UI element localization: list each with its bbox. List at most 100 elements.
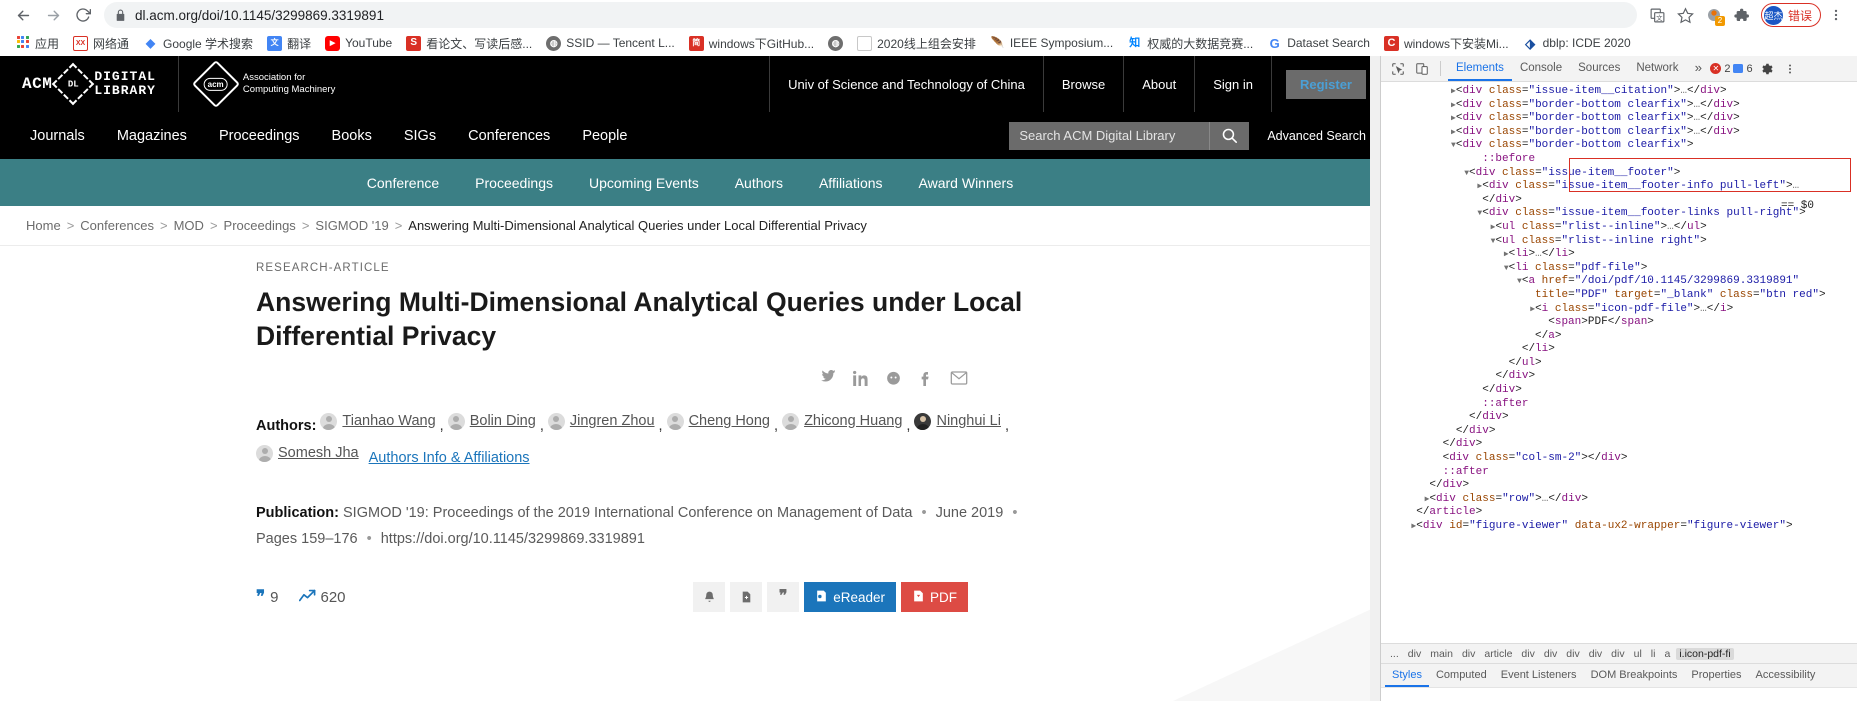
- download-metric[interactable]: 620: [298, 589, 346, 606]
- mainnav-proceedings[interactable]: Proceedings: [203, 128, 316, 144]
- dom-breadcrumb-item[interactable]: ...: [1387, 648, 1402, 660]
- address-bar[interactable]: dl.acm.org/doi/10.1145/3299869.3319891: [104, 2, 1637, 28]
- ereader-button[interactable]: eReader: [804, 582, 896, 612]
- bookmark-item[interactable]: ◆ Google 学术搜索: [136, 32, 260, 54]
- bookmark-item[interactable]: 文翻译: [260, 32, 318, 54]
- bookmark-item[interactable]: 知权威的大数据竞赛...: [1120, 32, 1260, 54]
- dom-node-line[interactable]: </div>: [1381, 411, 1857, 425]
- dom-breadcrumb-item[interactable]: div: [1541, 648, 1560, 660]
- chevron-double-right-icon[interactable]: »: [1689, 61, 1709, 76]
- bookmark-item[interactable]: S 看论文、写读后感...: [399, 32, 539, 54]
- dom-node-line[interactable]: ▼<div class="border-bottom clearfix">: [1381, 139, 1857, 153]
- dom-breadcrumb-item[interactable]: a: [1661, 648, 1673, 660]
- devtools-tab-elements[interactable]: Elements: [1448, 56, 1512, 81]
- kebab-menu-icon[interactable]: [1823, 2, 1849, 28]
- subnav-authors[interactable]: Authors: [717, 175, 801, 191]
- forward-arrow-icon[interactable]: [38, 1, 68, 29]
- sidebar-tab-accessibility[interactable]: Accessibility: [1749, 664, 1823, 687]
- dom-breadcrumb-item[interactable]: i.icon-pdf-fi: [1676, 647, 1734, 660]
- author-entry[interactable]: Jingren Zhou: [547, 408, 655, 435]
- subnav-upcoming-events[interactable]: Upcoming Events: [571, 175, 717, 191]
- translate-icon[interactable]: 文: [1645, 2, 1671, 28]
- bookmark-item[interactable]: Cwindows下安装Mi...: [1377, 32, 1516, 54]
- search-button[interactable]: [1209, 121, 1250, 150]
- bookmark-item[interactable]: ◍ SSID — Tencent L...: [539, 32, 682, 54]
- mainnav-books[interactable]: Books: [316, 128, 388, 144]
- save-file-icon[interactable]: [730, 582, 763, 612]
- mainnav-sigs[interactable]: SIGs: [388, 128, 452, 144]
- author-entry[interactable]: Bolin Ding: [447, 408, 536, 435]
- breadcrumb-item[interactable]: Conferences: [80, 218, 154, 233]
- breadcrumb-item[interactable]: Proceedings: [224, 218, 296, 233]
- dom-node-line[interactable]: </div>: [1381, 425, 1857, 439]
- sidebar-tab-dom-breakpoints[interactable]: DOM Breakpoints: [1584, 664, 1685, 687]
- devtools-tab-console[interactable]: Console: [1512, 56, 1570, 81]
- kebab-menu-icon[interactable]: [1779, 59, 1801, 79]
- dom-node-line[interactable]: ▼<ul class="rlist--inline right">: [1381, 235, 1857, 249]
- dom-node-line[interactable]: </ul>: [1381, 357, 1857, 371]
- dom-node-line[interactable]: ▶<li>…</li>: [1381, 248, 1857, 262]
- author-name[interactable]: Cheng Hong: [689, 408, 770, 435]
- breadcrumb-item[interactable]: SIGMOD '19: [315, 218, 388, 233]
- dom-node-line[interactable]: ▶<div class="issue-item__footer-info pul…: [1381, 180, 1857, 194]
- dom-node-line[interactable]: ▶<div class="border-bottom clearfix">…</…: [1381, 126, 1857, 140]
- email-icon[interactable]: [950, 369, 968, 386]
- subnav-proceedings[interactable]: Proceedings: [457, 175, 571, 191]
- author-entry[interactable]: Ninghui Li: [914, 408, 1001, 435]
- dom-node-line[interactable]: ▶<i class="icon-pdf-file">…</i>: [1381, 303, 1857, 317]
- author-name[interactable]: Tianhao Wang: [342, 408, 435, 435]
- sidebar-tab-event-listeners[interactable]: Event Listeners: [1494, 664, 1584, 687]
- dom-breadcrumb-item[interactable]: article: [1481, 648, 1515, 660]
- author-name[interactable]: Bolin Ding: [470, 408, 536, 435]
- author-name[interactable]: Ninghui Li: [936, 408, 1001, 435]
- dom-breadcrumb-item[interactable]: div: [1405, 648, 1424, 660]
- issue-counts[interactable]: ✕ 2 6: [1710, 63, 1753, 75]
- reddit-icon[interactable]: [885, 369, 902, 386]
- citation-metric[interactable]: ❞ 9: [256, 587, 279, 607]
- puzzle-icon[interactable]: [1729, 2, 1755, 28]
- dom-node-line[interactable]: ▼<div class="issue-item__footer">: [1381, 167, 1857, 181]
- dom-breadcrumb-item[interactable]: li: [1648, 648, 1659, 660]
- dom-node-line[interactable]: </div>: [1381, 438, 1857, 452]
- bookmark-item[interactable]: 简 windows下GitHub...: [682, 32, 821, 54]
- bookmark-item[interactable]: ▶ YouTube: [318, 32, 399, 54]
- dom-node-line[interactable]: ▶<ul class="rlist--inline">…</ul>: [1381, 221, 1857, 235]
- dom-breadcrumb-item[interactable]: ul: [1631, 648, 1645, 660]
- pdf-button[interactable]: PDF: [901, 582, 968, 612]
- dom-node-line[interactable]: ▶<div class="row">…</div>: [1381, 493, 1857, 507]
- author-entry[interactable]: Tianhao Wang: [320, 408, 436, 435]
- reload-icon[interactable]: [68, 1, 98, 29]
- author-entry[interactable]: Cheng Hong: [666, 408, 770, 435]
- dom-node-line[interactable]: ▶<div class="border-bottom clearfix">…</…: [1381, 99, 1857, 113]
- dom-node-line[interactable]: ▶<div class="border-bottom clearfix">…</…: [1381, 112, 1857, 126]
- styles-pane[interactable]: [1381, 687, 1857, 701]
- back-arrow-icon[interactable]: [8, 1, 38, 29]
- cite-quote-icon[interactable]: ❞: [767, 582, 800, 612]
- browse-link[interactable]: Browse: [1042, 56, 1123, 112]
- bookmark-item[interactable]: G Dataset Search: [1260, 32, 1377, 54]
- author-name[interactable]: Jingren Zhou: [570, 408, 655, 435]
- dom-node-line[interactable]: ▶<div class="issue-item__citation">…</di…: [1381, 85, 1857, 99]
- dom-node-line[interactable]: ▶<div id="figure-viewer" data-ux2-wrappe…: [1381, 520, 1857, 534]
- bookmark-item[interactable]: ◍: [821, 32, 850, 54]
- dom-breadcrumb-item[interactable]: div: [1586, 648, 1605, 660]
- search-input[interactable]: [1009, 121, 1210, 150]
- author-entry[interactable]: Somesh Jha: [256, 440, 359, 467]
- bookmark-item[interactable]: ⬗ dblp: ICDE 2020: [1516, 32, 1638, 54]
- dom-node-line[interactable]: ▼<a href="/doi/pdf/10.1145/3299869.33198…: [1381, 275, 1857, 289]
- dom-node-line[interactable]: </li>: [1381, 343, 1857, 357]
- sidebar-tab-styles[interactable]: Styles: [1385, 664, 1429, 687]
- mainnav-people[interactable]: People: [566, 128, 643, 144]
- advanced-search-link[interactable]: Advanced Search: [1267, 129, 1366, 143]
- profile-chip[interactable]: 超杰 错误: [1760, 3, 1821, 27]
- dom-node-line[interactable]: </div>: [1381, 479, 1857, 493]
- dom-breadcrumb-item[interactable]: main: [1427, 648, 1456, 660]
- dom-node-line[interactable]: </a>: [1381, 330, 1857, 344]
- dom-node-line[interactable]: ::after: [1381, 466, 1857, 480]
- acm-association-logo[interactable]: acm Association for Computing Machinery: [179, 56, 355, 112]
- gear-icon[interactable]: [1755, 59, 1777, 79]
- page-scrollbar[interactable]: [1370, 56, 1380, 701]
- dom-node-line[interactable]: <div class="col-sm-2"></div>: [1381, 452, 1857, 466]
- linkedin-icon[interactable]: [853, 369, 869, 386]
- breadcrumb-item[interactable]: MOD: [174, 218, 204, 233]
